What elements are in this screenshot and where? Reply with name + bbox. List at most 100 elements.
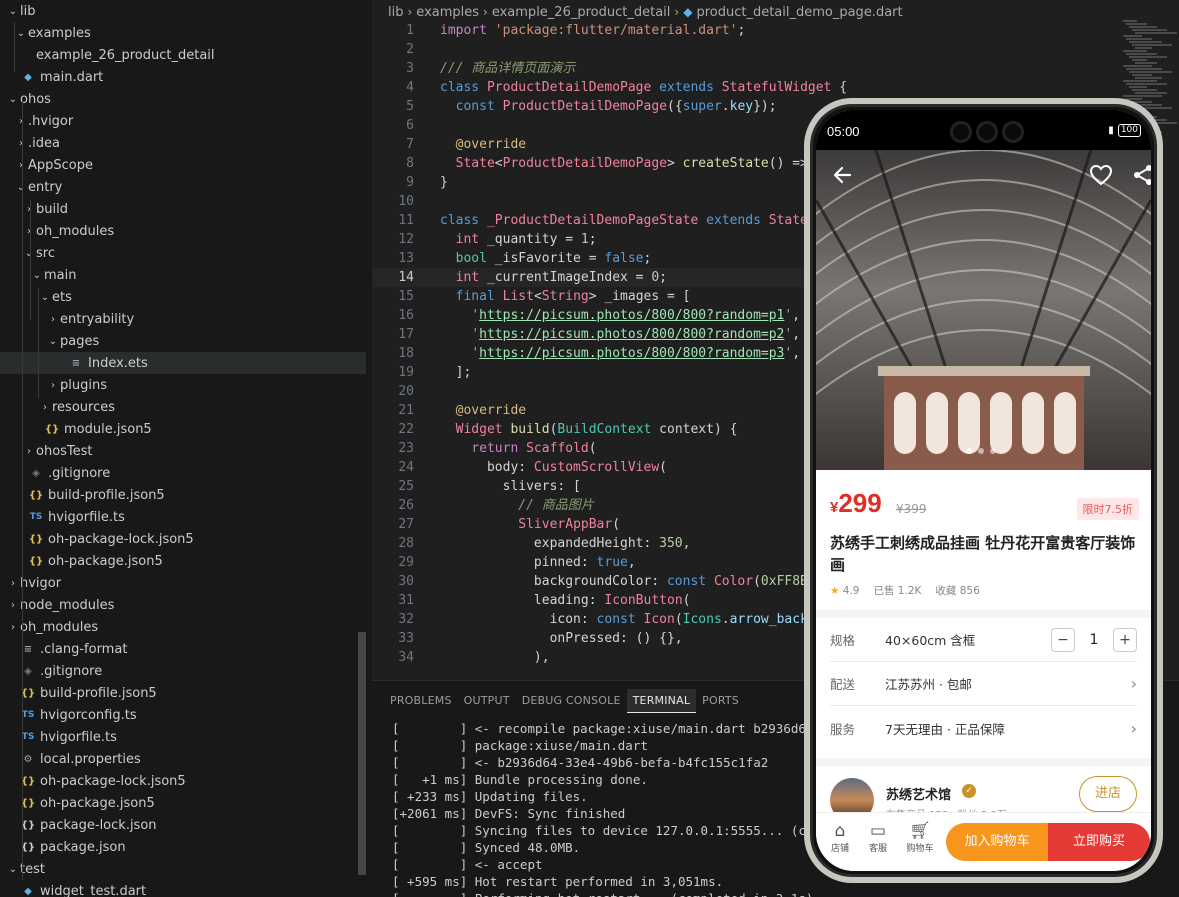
minimap-line (1135, 92, 1167, 94)
tree-item[interactable]: ≡ Index.ets (0, 352, 366, 374)
breadcrumb-item-examples[interactable]: examples (416, 5, 479, 20)
tree-item-label: .idea (28, 135, 60, 151)
code-text: icon: const Icon(Icons.arrow_back (440, 612, 808, 627)
back-arrow-icon[interactable] (828, 160, 858, 190)
panel-tabs: PROBLEMS OUTPUT DEBUG CONSOLE TERMINAL P… (384, 689, 745, 713)
tree-item[interactable]: ⌄ main (0, 264, 366, 286)
cart-nav-label: 购物车 (906, 844, 934, 854)
tree-item[interactable]: ◈ .gitignore (0, 660, 366, 682)
product-image-carousel[interactable]: 05:00 ▮ 100 (816, 110, 1151, 470)
carousel-dots[interactable] (966, 448, 996, 454)
code-line[interactable]: 1 import 'package:flutter/material.dart'; (372, 21, 1179, 40)
tree-item[interactable]: ≡ .clang-format (0, 638, 366, 660)
tab-ports[interactable]: PORTS (696, 689, 745, 713)
tree-item[interactable]: {} oh-package.json5 (0, 550, 366, 572)
tree-item-label: oh-package.json5 (48, 553, 163, 569)
tree-item[interactable]: TS hvigorconfig.ts (0, 704, 366, 726)
service-nav-button[interactable]: ▭ 客服 (860, 821, 896, 854)
tree-item[interactable]: › hvigor (0, 572, 366, 594)
tree-item[interactable]: › ohosTest (0, 440, 366, 462)
tree-item[interactable]: ⌄ lib (0, 0, 366, 22)
tab-output[interactable]: OUTPUT (458, 689, 516, 713)
tree-item[interactable]: › build (0, 198, 366, 220)
breadcrumb-item-file[interactable]: product_detail_demo_page.dart (696, 5, 902, 20)
enter-shop-button[interactable]: 进店 (1079, 776, 1137, 812)
heart-icon[interactable] (1086, 160, 1116, 190)
quantity-value: 1 (1089, 631, 1099, 648)
tree-item[interactable]: {} build-profile.json5 (0, 682, 366, 704)
tree-item[interactable]: ⌄ entry (0, 176, 366, 198)
breadcrumb-item-lib[interactable]: lib (388, 5, 403, 20)
chevron-right-icon: › (11, 599, 15, 611)
code-line[interactable]: 2 (372, 40, 1179, 59)
tree-item[interactable]: {} package-lock.json (0, 814, 366, 836)
verified-badge-icon: ✓ (962, 784, 976, 798)
tree-item[interactable]: {} module.json5 (0, 418, 366, 440)
tree-item-label: hvigor (20, 575, 62, 591)
tab-problems[interactable]: PROBLEMS (384, 689, 458, 713)
tree-item[interactable]: TS hvigorfile.ts (0, 506, 366, 528)
tree-item[interactable]: › oh_modules (0, 220, 366, 242)
code-line[interactable]: 4 class ProductDetailDemoPage extends Sta… (372, 78, 1179, 97)
tree-item[interactable]: ⚙ local.properties (0, 748, 366, 770)
tree-item[interactable]: ⌄ examples (0, 22, 366, 44)
tree-item[interactable]: TS hvigorfile.ts (0, 726, 366, 748)
tree-item[interactable]: ⌄ pages (0, 330, 366, 352)
tree-item[interactable]: {} oh-package.json5 (0, 792, 366, 814)
decrement-button[interactable]: − (1051, 627, 1075, 652)
tree-item[interactable]: ⌄ ohos (0, 88, 366, 110)
increment-button[interactable]: + (1113, 627, 1137, 652)
tree-item[interactable]: › entryability (0, 308, 366, 330)
tree-item[interactable]: ⌄ src (0, 242, 366, 264)
tree-item[interactable]: › resources (0, 396, 366, 418)
tree-item[interactable]: › AppScope (0, 154, 366, 176)
tree-item[interactable]: ◆ widget_test.dart (0, 880, 366, 897)
chevron-right-icon: › (27, 203, 31, 215)
shipping-row[interactable]: 配送 江苏苏州 · 包邮 › (830, 662, 1137, 706)
breadcrumb-item-folder[interactable]: example_26_product_detail (492, 5, 671, 20)
tree-item[interactable]: › plugins (0, 374, 366, 396)
chevron-right-icon: › (19, 137, 23, 149)
tab-debug-console[interactable]: DEBUG CONSOLE (516, 689, 627, 713)
tree-item[interactable]: ⌄ ets (0, 286, 366, 308)
cart-nav-button[interactable]: 🛒︎ 购物车 (902, 821, 938, 854)
tree-item[interactable]: {} build-profile.json5 (0, 484, 366, 506)
rating-value: 4.9 (842, 584, 860, 597)
cart-icon: 🛒︎ (909, 821, 931, 841)
buy-now-button[interactable]: 立即购买 (1048, 823, 1150, 861)
minimap-line (1129, 26, 1157, 28)
tab-terminal[interactable]: TERMINAL (626, 689, 697, 713)
add-to-cart-button[interactable]: 加入购物车 (946, 823, 1048, 861)
tree-item-label: ets (52, 289, 72, 305)
share-icon[interactable] (1128, 160, 1151, 190)
file-file-icon: ≡ (71, 357, 81, 369)
tree-item[interactable]: › .hvigor (0, 110, 366, 132)
tree-item[interactable]: ⌄ test (0, 858, 366, 880)
tree-item[interactable]: ◆ main.dart (0, 66, 366, 88)
service-row[interactable]: 服务 7天无理由 · 正品保障 › (830, 706, 1137, 750)
json-file-icon: {} (28, 533, 44, 545)
tree-item-label: .hvigor (28, 113, 74, 129)
service-value: 7天无理由 · 正品保障 (885, 721, 1005, 737)
tree-item[interactable]: example_26_product_detail (0, 44, 366, 66)
tree-item[interactable]: {} oh-package-lock.json5 (0, 770, 366, 792)
spec-row[interactable]: 规格 40×60cm 含框 − 1 + (830, 618, 1137, 662)
notification-icon: ▮ (1108, 125, 1114, 136)
line-number: 22 (398, 422, 414, 437)
tree-item[interactable]: › oh_modules (0, 616, 366, 638)
chevron-down-icon: ⌄ (48, 335, 58, 347)
tree-item[interactable]: › .idea (0, 132, 366, 154)
explorer-scrollbar[interactable] (358, 632, 366, 875)
json-file-icon: {} (44, 423, 60, 435)
breadcrumb: lib › examples › example_26_product_deta… (388, 2, 903, 22)
chevron-down-icon: ⌄ (8, 863, 18, 875)
tree-item[interactable]: › node_modules (0, 594, 366, 616)
code-line[interactable]: 3 /// 商品详情页面演示 (372, 59, 1179, 78)
line-number: 17 (398, 327, 414, 342)
code-text: 'https://picsum.photos/800/800?random=p2… (471, 327, 801, 342)
minimap-line (1129, 71, 1172, 73)
store-nav-button[interactable]: ⌂ 店铺 (822, 821, 858, 854)
tree-item[interactable]: ◈ .gitignore (0, 462, 366, 484)
tree-item[interactable]: {} oh-package-lock.json5 (0, 528, 366, 550)
tree-item[interactable]: {} package.json (0, 836, 366, 858)
